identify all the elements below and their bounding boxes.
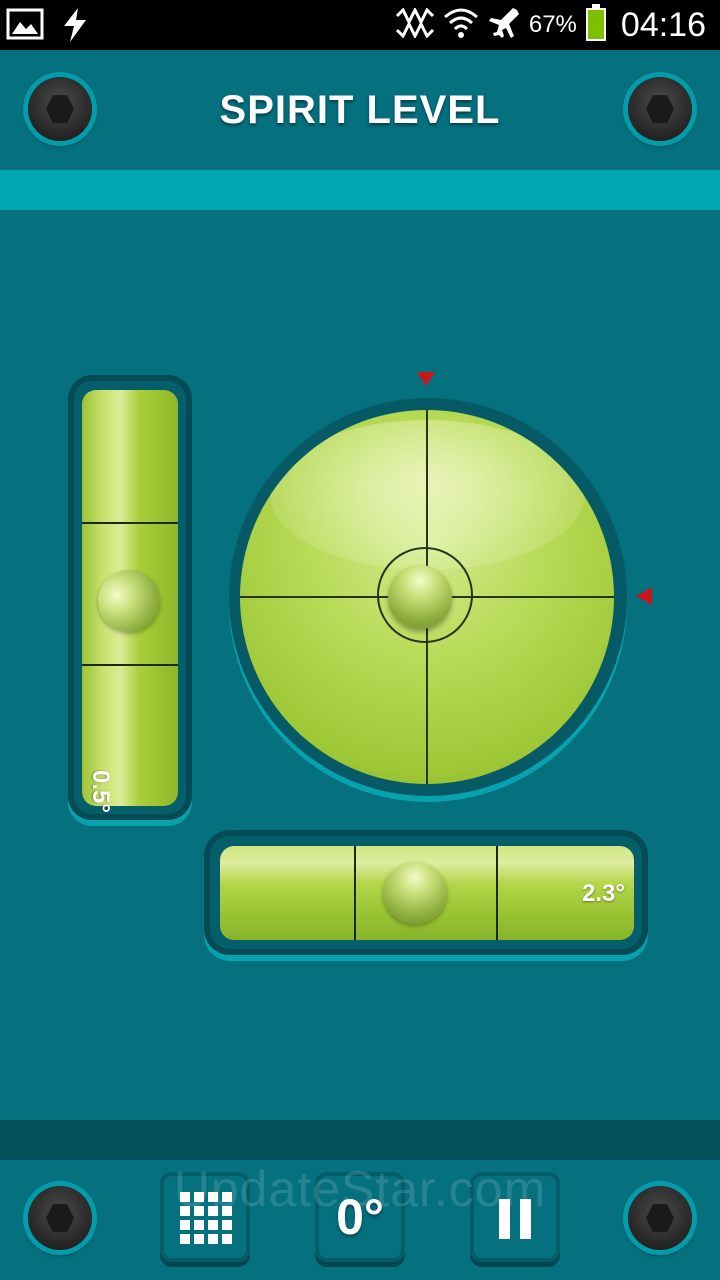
vertical-level-tube [82,390,178,806]
circular-level-bubble [388,565,452,629]
screw-icon [628,77,692,141]
screw-icon [28,77,92,141]
vertical-level-mark [82,522,178,524]
horizontal-level-bubble [383,862,447,924]
vertical-level-mark [82,664,178,666]
status-clock: 04:16 [620,5,706,44]
top-marker-icon [417,372,435,386]
watermark: UpdateStar.com [173,1161,547,1217]
battery-icon [585,3,607,47]
right-marker-icon [636,587,652,605]
bottom-divider [0,1120,720,1160]
horizontal-angle-label: 2.3° [582,880,625,907]
horizontal-level-mark [354,846,356,940]
airplane-icon [487,6,521,45]
horizontal-level-mark [496,846,498,940]
battery-percent: 67% [528,11,577,38]
wifi-icon [443,5,479,46]
gallery-icon [6,6,44,49]
usb-icon [58,6,92,49]
header-stripe [0,170,720,210]
status-bar: 67% 04:16 [0,0,720,50]
vertical-level-bubble [98,570,160,632]
mute-icon [395,6,435,43]
vertical-angle-label: 0.5° [87,770,114,813]
page-title: SPIRIT LEVEL [219,88,501,132]
horizontal-level-tube [220,846,634,940]
circular-level [240,410,614,784]
app-header: SPIRIT LEVEL [0,50,720,170]
